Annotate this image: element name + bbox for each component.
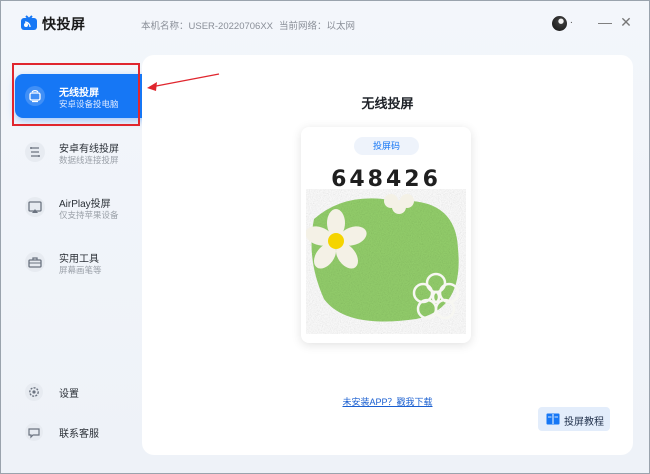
sidebar-item-label: 联系客服 (59, 429, 99, 440)
title-bar: 快投屏 本机名称：USER-20220706XX 当前网络：以太网 . — ✕ (1, 1, 649, 47)
flower-illustration (306, 194, 460, 322)
main-panel: 无线投屏 投屏码 648426 未安装APP？戳我下载 投屏教程 (142, 55, 633, 455)
sidebar-item-sublabel: 屏幕画笔等 (59, 265, 102, 275)
close-button[interactable]: ✕ (618, 13, 634, 31)
chat-icon (25, 423, 43, 441)
cast-tutorial-button[interactable]: 投屏教程 (538, 407, 610, 431)
sidebar-item-settings[interactable]: 设置 (15, 379, 135, 405)
avatar[interactable] (552, 16, 567, 31)
app-name: 快投屏 (42, 16, 86, 32)
avatar-menu-dot[interactable]: . (570, 15, 573, 26)
toolbox-icon (25, 252, 45, 272)
tutorial-button-label: 投屏教程 (564, 417, 604, 428)
sidebar-item-support[interactable]: 联系客服 (15, 419, 135, 445)
sidebar-item-android-wired[interactable]: 安卓有线投屏 数据线连接投屏 (15, 130, 157, 174)
sidebar-item-tools[interactable]: 实用工具 屏幕画笔等 (15, 240, 157, 284)
sidebar-item-label: 实用工具 (59, 254, 99, 265)
app-window: 快投屏 本机名称：USER-20220706XX 当前网络：以太网 . — ✕ … (0, 0, 650, 474)
usb-cable-icon (25, 142, 45, 162)
cast-code-card: 投屏码 648426 (301, 127, 471, 343)
annotation-highlight-box (12, 63, 140, 126)
sidebar-item-label: 设置 (59, 389, 79, 400)
page-title: 无线投屏 (361, 96, 414, 111)
book-icon (546, 413, 560, 425)
cast-code-label: 投屏码 (354, 137, 419, 155)
sidebar-item-label: 安卓有线投屏 (59, 144, 119, 155)
host-name-label: 本机名称：USER-20220706XX (141, 21, 273, 32)
gear-icon (25, 383, 43, 401)
minimize-button[interactable]: — (597, 13, 613, 31)
network-label: 当前网络：以太网 (279, 21, 356, 32)
app-logo-icon (21, 15, 37, 30)
sidebar-item-label: AirPlay投屏 (59, 199, 111, 210)
sidebar-item-sublabel: 仅支持苹果设备 (59, 210, 119, 220)
sidebar-item-sublabel: 数据线连接投屏 (59, 155, 119, 165)
airplay-icon (25, 197, 45, 217)
sidebar-item-airplay[interactable]: AirPlay投屏 仅支持苹果设备 (15, 185, 157, 229)
